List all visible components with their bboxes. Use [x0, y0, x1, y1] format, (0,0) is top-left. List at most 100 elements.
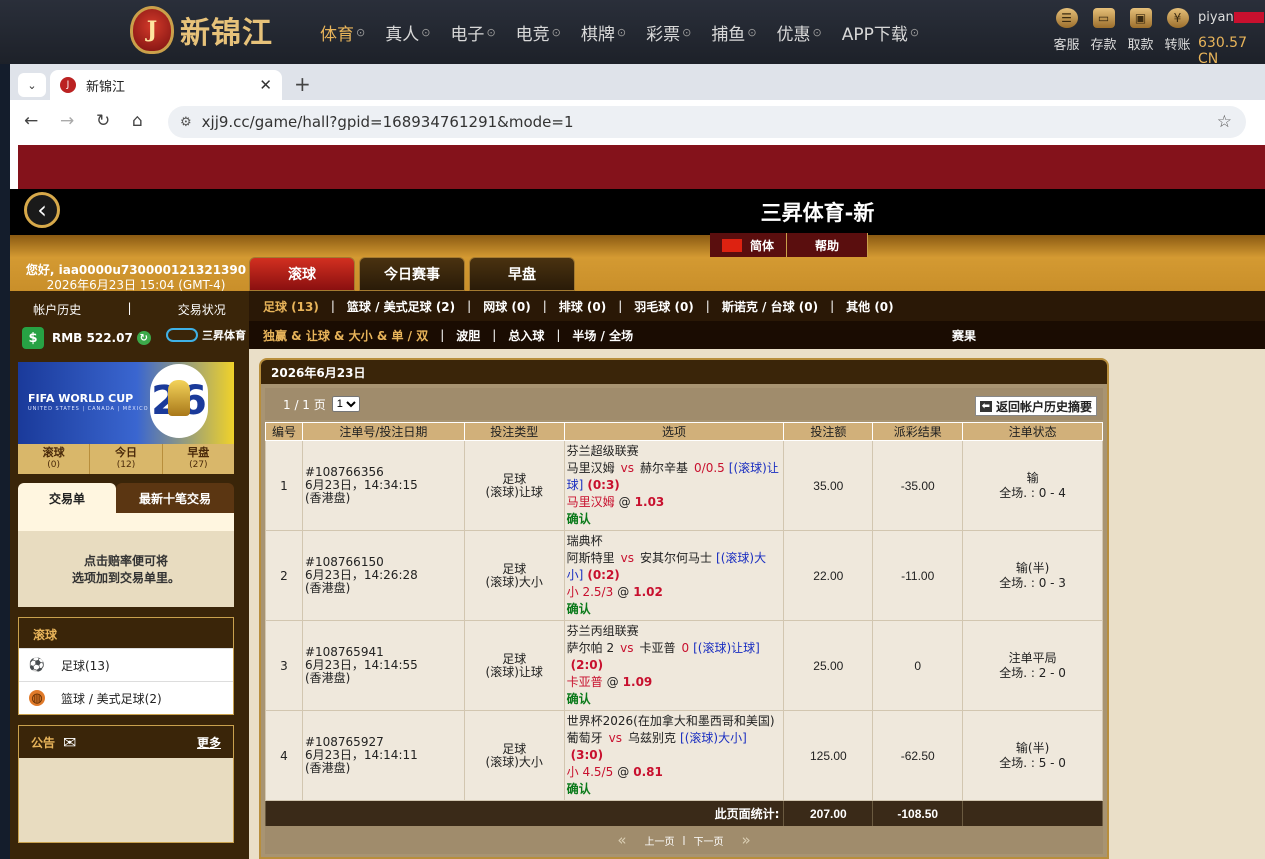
pick-name: 马里汉姆 [566, 495, 615, 509]
return-summary-button[interactable]: ⬅ 返回帐户历史摘要 [974, 396, 1097, 416]
user-box[interactable]: piyan 630.57 CN [1198, 10, 1265, 67]
slip-tabs: 交易单 最新十笔交易 [18, 483, 234, 513]
address-bar[interactable]: ⚙ xjj9.cc/game/hall?gpid=168934761291&mo… [168, 106, 1246, 138]
table-row: 2 #108766150 6月23日，14:26:28 (香港盘) 足球 (滚球)大小 瑞典… [265, 530, 1103, 621]
page-select[interactable]: 1 [331, 396, 360, 412]
count-early[interactable]: 早盘 (27) [163, 444, 234, 474]
sport-tab-0[interactable]: 足球 (13) [263, 298, 319, 315]
sport-tab-5[interactable]: 斯诺克 / 台球 (0) [722, 298, 818, 315]
notice-more-link[interactable]: 更多 [197, 734, 221, 751]
at-sign: @ [617, 765, 630, 779]
sport-tab-6[interactable]: 其他 (0) [846, 298, 894, 315]
bet-slip-body: 点击赔率便可将 选项加到交易单里。 [18, 513, 234, 607]
header-strip: 简体 帮助 您好, iaa0000u730000121321390 2026年6… [10, 233, 1265, 292]
nav-item-8[interactable]: APP下载 ⊙ [842, 20, 919, 45]
tab-recent-bets[interactable]: 最新十笔交易 [116, 483, 234, 513]
count-today[interactable]: 今日 (12) [90, 444, 163, 474]
nav-item-1[interactable]: 真人 ⊙ [385, 20, 430, 45]
results-link[interactable]: 赛果 [952, 327, 976, 344]
site-balance: 630.57 CN [1198, 35, 1247, 67]
count-label: 早盘 [187, 446, 210, 459]
site-header: J 新锦江 体育 ⊙ 真人 ⊙ 电子 ⊙ 电竞 ⊙ 棋牌 ⊙ 彩票 ⊙ 捕鱼 ⊙ 优惠 ⊙ APP下载 ⊙ ☰ 客服… [0, 0, 1265, 67]
at-sign: @ [606, 675, 619, 689]
live-score: (3:0) [570, 748, 604, 762]
row-number: 3 [265, 620, 303, 711]
support-button[interactable]: ☰ 客服 [1048, 8, 1085, 53]
deposit-button[interactable]: ▭ 存款 [1085, 8, 1122, 53]
live-score: (0:3) [587, 478, 620, 492]
nav-item-6[interactable]: 捕鱼 ⊙ [711, 20, 756, 45]
odds-value: 0.81 [633, 765, 663, 779]
forward-arrow-icon[interactable]: → [60, 111, 74, 131]
tab-live[interactable]: 滚球 [249, 257, 355, 291]
status-badge: 输(半) [1015, 560, 1050, 575]
logo-text: 新锦江 [180, 16, 273, 51]
bet-type-tab-0[interactable]: 独赢 & 让球 & 大小 & 单 / 双 [263, 327, 428, 344]
sport-tab-1[interactable]: 篮球 / 美式足球 (2) [347, 298, 455, 315]
bet-type-tab-1[interactable]: 波胆 [456, 327, 480, 344]
pick-line: 小 4.5/5 @0.81 [567, 764, 782, 781]
close-icon[interactable]: ✕ [259, 76, 272, 94]
tab-bet-slip[interactable]: 交易单 [18, 483, 116, 513]
browser-chrome: ⌄ J 新锦江 ✕ + ← → ↻ ⌂ ⚙ xjj9.cc/game/hall?… [10, 64, 1265, 145]
back-arrow-icon[interactable]: ← [24, 111, 38, 131]
count-live[interactable]: 滚球 (0) [18, 444, 91, 474]
full-time-score: 全场. : 0 - 4 [999, 485, 1066, 500]
help-button[interactable]: 帮助 [787, 233, 869, 257]
browser-tab[interactable]: J 新锦江 ✕ [50, 70, 282, 100]
odds-value: 1.09 [622, 675, 653, 689]
live-item-soccer[interactable]: ⚽ 足球(13) [19, 648, 233, 681]
nav-item-2[interactable]: 电子 ⊙ [450, 20, 495, 45]
slip-message: 点击赔率便可将 选项加到交易单里。 [18, 553, 234, 587]
refresh-icon[interactable]: ↻ [136, 331, 151, 345]
sport-tab-2[interactable]: 网球 (0) [483, 298, 531, 315]
home-icon[interactable]: ⌂ [132, 111, 143, 131]
live-item-basketball[interactable]: ◍ 篮球 / 美式足球(2) [19, 681, 233, 714]
reload-icon[interactable]: ↻ [96, 111, 110, 131]
odds-zone: (香港盘) [304, 491, 351, 505]
language-button[interactable]: 简体 [710, 233, 788, 257]
chevron-down-icon: ⊙ [486, 26, 496, 39]
next-double-chevron-icon[interactable]: » [741, 831, 750, 849]
chevron-down-icon: ⊙ [551, 26, 561, 39]
bet-type-tab-3[interactable]: 半场 / 全场 [572, 327, 633, 344]
chevron-down-icon: ⊙ [747, 26, 757, 39]
table-row: 1 #108766356 6月23日，14:34:15 (香港盘) 足球 (滚球)让球 芬兰… [265, 440, 1103, 531]
bookmark-star-icon[interactable]: ☆ [1217, 112, 1232, 132]
new-tab-button[interactable]: + [294, 72, 311, 96]
nav-item-5[interactable]: 彩票 ⊙ [646, 20, 691, 45]
tab-early[interactable]: 早盘 [469, 257, 575, 291]
sport-tab-3[interactable]: 排球 (0) [559, 298, 607, 315]
table-row: 4 #108765927 6月23日，14:14:11 (香港盘) 足球 (滚球)大小 世界… [265, 710, 1103, 801]
basketball-icon: ◍ [29, 690, 45, 706]
chevron-down-icon: ⊙ [356, 26, 366, 39]
column-header: 投注类型 [463, 422, 565, 441]
prev-page-link[interactable]: 上一页 [645, 833, 675, 848]
transfer-button[interactable]: ¥ 转账 [1159, 8, 1196, 53]
site-logo[interactable]: J 新锦江 [130, 6, 273, 54]
bet-market-type: (滚球)让球 [485, 484, 543, 499]
home-team: 葡萄牙 [566, 731, 603, 745]
vs-label: vs [620, 641, 634, 655]
chat-icon: ☰ [1055, 8, 1078, 28]
nav-item-4[interactable]: 棋牌 ⊙ [581, 20, 626, 45]
withdraw-button[interactable]: ▣ 取款 [1122, 8, 1159, 53]
account-history-link[interactable]: 帐户历史 [33, 301, 81, 318]
next-page-link[interactable]: 下一页 [693, 833, 723, 848]
column-header: 注单号/投注日期 [301, 422, 465, 441]
main-tabs: 滚球 今日赛事 早盘 [249, 257, 579, 291]
transactions-link[interactable]: 交易状况 [178, 301, 226, 318]
prev-double-chevron-icon[interactable]: « [617, 831, 626, 849]
sport-tab-4[interactable]: 羽毛球 (0) [634, 298, 694, 315]
nav-item-0[interactable]: 体育 ⊙ [320, 20, 365, 45]
lang-help-box: 简体 帮助 [710, 233, 869, 257]
nav-item-7[interactable]: 优惠 ⊙ [777, 20, 822, 45]
bet-type-tab-2[interactable]: 总入球 [508, 327, 544, 344]
world-cup-banner[interactable]: FIFA WORLD CUP UNITED STATES | CANADA | … [18, 362, 234, 444]
tab-list-button[interactable]: ⌄ [18, 73, 46, 97]
confirm-status: 确认 [566, 782, 591, 796]
tab-today[interactable]: 今日赛事 [359, 257, 465, 291]
sportsbook-page: ‹ 三昇体育-新 简体 帮助 您好, iaa0000u7300001213213… [10, 145, 1265, 859]
site-info-icon[interactable]: ⚙ [180, 115, 192, 130]
nav-item-3[interactable]: 电竞 ⊙ [516, 20, 561, 45]
